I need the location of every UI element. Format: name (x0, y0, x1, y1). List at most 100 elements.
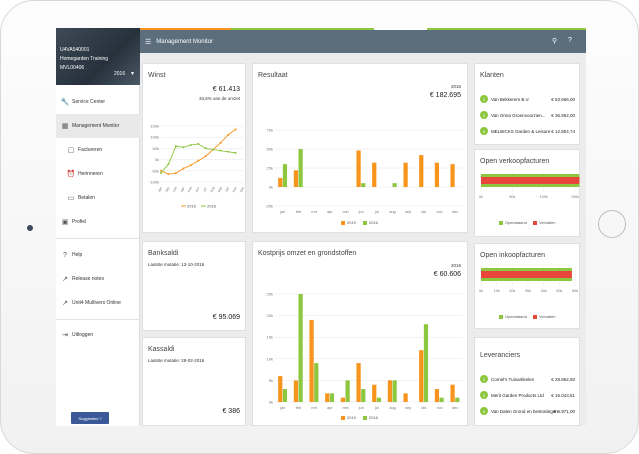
rank-badge: 3 (480, 127, 488, 135)
nav-service-center[interactable]: 🔧 Service Center (56, 90, 140, 114)
legend-label: 2019 (347, 220, 357, 225)
home-button[interactable] (598, 210, 626, 238)
list-item[interactable]: 3 MELBICKS Garden & Leisure € 12.804,74 (480, 126, 575, 136)
help-icon[interactable]: ? (568, 37, 572, 44)
data-point (219, 149, 222, 152)
bar (282, 164, 288, 187)
x-tick-label: 20k (509, 289, 515, 293)
x-tick-label: nov (436, 210, 442, 214)
list-item[interactable]: 2 Merit Garden Products Ltd € 16.043,61 (480, 390, 575, 400)
supplier-amount: € 16.043,61 (551, 392, 575, 398)
legend-label: 2016 (187, 204, 197, 209)
x-tick-label: dec (452, 406, 458, 410)
legend-openstaand: Openstaand (499, 314, 527, 319)
card-title: Open inkoopfacturen (480, 252, 545, 259)
x-tick-label: aug (389, 210, 395, 214)
supplier-name: Cornel's Tuinartikelen (491, 376, 535, 382)
data-point (167, 163, 170, 166)
cash-amount: € 386 (222, 408, 240, 415)
bar (278, 177, 283, 187)
y-tick-label: 0k (155, 157, 159, 162)
y-tick-label: 10k (267, 356, 273, 361)
bank-mutation: Laatste mutatie: 13-10-2016 (148, 262, 205, 267)
external-link-icon: ↗ (62, 276, 68, 283)
nav-management-monitor[interactable]: ▦ Management Monitor (56, 114, 140, 138)
y-tick-label: -25k (265, 204, 273, 209)
y-tick-label: 5k (269, 378, 273, 383)
user-code: U4VA540001 (60, 47, 90, 53)
year-select[interactable]: 2016 (114, 70, 125, 79)
verkoop-chart: 0k 50k 100k 150k (479, 172, 580, 199)
nav-label: Profiel (72, 219, 87, 225)
filter-icon[interactable]: ⚲ (552, 37, 557, 45)
x-tick-label: 60k (572, 289, 578, 293)
card-verkoop: Open verkoopfacturen 0k 50k 100k 150k Opens… (474, 149, 580, 237)
wrench-icon: 🔧 (60, 99, 70, 106)
legend-swatch (341, 416, 345, 420)
x-tick-label: 50k (556, 289, 562, 293)
y-tick-label: 25k (267, 166, 273, 171)
x-tick-label: jul (202, 187, 208, 193)
card-title: Klanten (480, 72, 504, 79)
legend-label: 2019 (347, 415, 357, 420)
list-item[interactable]: 1 Van Bekkerem B.V. € 53.666,00 (480, 94, 575, 104)
legend-openstaand: Openstaand (499, 220, 527, 225)
nav-label: Unit4 Multivers Online (72, 300, 121, 306)
nav-profiel[interactable]: ▣ Profiel (56, 210, 140, 234)
data-point (197, 142, 200, 145)
nav-release-notes[interactable]: ↗ Release notes (56, 267, 140, 291)
nav-label: Betalen (78, 195, 95, 201)
x-tick-label: 30k (525, 289, 531, 293)
user-admin: MVL00406 (60, 65, 85, 71)
x-tick-label: jan (279, 210, 285, 214)
bar (434, 162, 440, 187)
card-title: Winst (148, 72, 166, 79)
bar (419, 155, 424, 187)
user-name: Homegarden Training (60, 56, 109, 62)
nav-uitloggen[interactable]: ⇥ Uitloggen (56, 323, 140, 347)
data-point (160, 172, 162, 175)
bar (340, 397, 346, 402)
x-tick-label: nov (232, 186, 238, 193)
nav-herinneren[interactable]: ⏰ Herinneren (56, 162, 140, 186)
bar (403, 162, 408, 187)
customer-name: Van Bekkerem B.V. (491, 96, 530, 102)
x-tick-label: 150k (571, 195, 579, 199)
legend-swatch (363, 416, 367, 420)
inkoop-chart: 0k 10k 20k 30k 40k 50k 60k (479, 266, 578, 293)
alarm-icon: ⏰ (66, 171, 76, 178)
card-winst: Winst € 61.413 33,6% van de omzet 150k 10… (142, 63, 246, 233)
data-point (204, 147, 207, 150)
nav-help[interactable]: ? Help (56, 243, 140, 267)
data-point (167, 173, 170, 176)
winst-sub: 33,6% van de omzet (198, 96, 240, 101)
list-item[interactable]: 3 Van Dalen Grond en bestratingen € 6.97… (480, 406, 575, 416)
nav-factureren[interactable]: ▢ Factureren (56, 138, 140, 162)
card-kostprijs: Kostprijs omzet en grondstoffen 2016 € 6… (252, 241, 468, 426)
customer-amount: € 53.666,00 (551, 96, 575, 102)
menu-icon[interactable]: ☰ (145, 38, 151, 46)
profile-icon: ▣ (61, 219, 69, 226)
bar (345, 380, 350, 402)
x-tick-label: 100k (540, 195, 548, 199)
winst-amount: € 61.413 (212, 86, 240, 93)
y-tick-label: 50k (267, 147, 273, 152)
x-tick-label: 10k (494, 289, 500, 293)
customer-amount: € 36.952,00 (551, 112, 575, 118)
chevron-down-icon[interactable]: ▼ (130, 70, 135, 79)
series-line (160, 129, 236, 175)
legend-label: Vervallen (539, 220, 556, 225)
nav-betalen[interactable]: ▭ Betalen (56, 186, 140, 210)
list-item[interactable]: 1 Cornel's Tuinartikelen € 28.862,50 (480, 374, 575, 384)
nav-multivers-online[interactable]: ↗ Unit4 Multivers Online (56, 291, 140, 315)
suggestions-button[interactable]: Suggesties ? (71, 412, 109, 424)
user-panel[interactable]: U4VA540001 Homegarden Training MVL00406 … (56, 28, 140, 85)
bar (298, 149, 303, 187)
tablet-frame: U4VA540001 Homegarden Training MVL00406 … (0, 0, 639, 454)
card-title: Open verkoopfacturen (480, 158, 550, 165)
list-item[interactable]: 2 Van Onna Groenvoorzien... € 36.952,00 (480, 110, 575, 120)
x-tick-label: dec (452, 210, 458, 214)
bank-amount: € 95.069 (212, 314, 240, 321)
page-title: Management Monitor (156, 38, 213, 45)
x-tick-label: apr (179, 186, 185, 193)
